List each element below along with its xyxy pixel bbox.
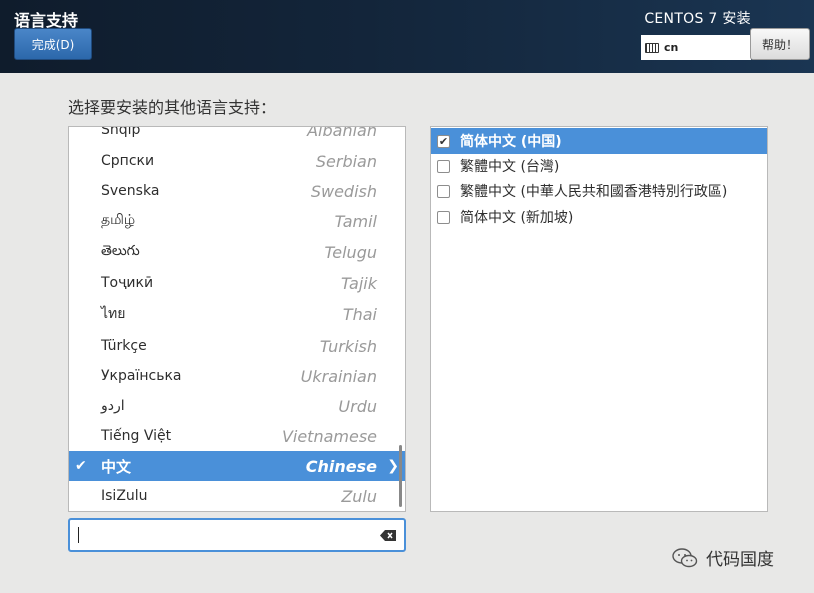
language-row[interactable]: Türkçe Turkish	[69, 331, 405, 361]
scrollbar[interactable]	[399, 445, 402, 507]
text-caret	[78, 527, 79, 543]
language-search-input[interactable]	[68, 518, 406, 552]
language-english-name: Telugu	[324, 242, 377, 262]
locale-list[interactable]: ✔ 简体中文 (中国) 繁體中文 (台灣) 繁體中文 (中華人民共和國香港特別行…	[430, 126, 768, 512]
language-row[interactable]: తెలుగు Telugu	[69, 237, 405, 267]
language-row[interactable]: Shqip Albanian	[69, 126, 405, 145]
chevron-right-icon: ❯	[387, 458, 399, 474]
language-row[interactable]: Тоҷикӣ Tajik	[69, 268, 405, 298]
language-english-name: Serbian	[315, 151, 377, 171]
language-prompt: 选择要安装的其他语言支持：	[68, 98, 277, 117]
language-native-name: தமிழ்	[101, 212, 136, 228]
locale-row[interactable]: 简体中文 (新加坡)	[431, 204, 767, 230]
keyboard-layout-indicator[interactable]: cn	[641, 35, 751, 60]
language-row[interactable]: Српски Serbian	[69, 146, 405, 176]
language-native-name: Shqip	[101, 126, 141, 138]
language-english-name: Tamil	[334, 211, 377, 231]
language-native-name: اردو	[101, 398, 125, 414]
check-icon: ✔	[75, 458, 87, 474]
wechat-icon	[672, 547, 698, 567]
language-english-name: Albanian	[307, 126, 377, 140]
language-english-name: Zulu	[341, 486, 377, 506]
locale-label: 简体中文 (中国)	[460, 134, 562, 150]
language-native-name: Тоҷикӣ	[101, 275, 154, 291]
language-native-name: 中文	[101, 457, 132, 476]
language-row-selected[interactable]: ✔ 中文 Chinese ❯	[69, 451, 405, 481]
language-native-name: Tiếng Việt	[101, 428, 172, 444]
locale-row-selected[interactable]: ✔ 简体中文 (中国)	[431, 128, 767, 154]
language-native-name: Svenska	[101, 183, 160, 199]
language-row[interactable]: தமிழ் Tamil	[69, 206, 405, 236]
language-row[interactable]: IsiZulu Zulu	[69, 481, 405, 511]
locale-row[interactable]: 繁體中文 (台灣)	[431, 153, 767, 179]
language-row[interactable]: اردو Urdu	[69, 391, 405, 421]
language-native-name: Українська	[101, 368, 182, 384]
language-list[interactable]: Shqip Albanian Српски Serbian Svenska Sw…	[68, 126, 406, 512]
language-english-name: Urdu	[338, 396, 377, 416]
language-native-name: Türkçe	[101, 338, 147, 354]
clear-text-icon[interactable]	[380, 530, 396, 541]
language-native-name: IsiZulu	[101, 488, 148, 504]
header-bar: 语言支持 完成(D) CENTOS 7 安装 cn 帮助！	[0, 0, 814, 73]
language-english-name: Thai	[342, 304, 377, 324]
language-row[interactable]: Svenska Swedish	[69, 176, 405, 206]
locale-label: 繁體中文 (中華人民共和國香港特別行政區)	[460, 184, 728, 200]
language-english-name: Ukrainian	[300, 366, 377, 386]
watermark-text: 代码国度	[706, 550, 774, 570]
language-native-name: తెలుగు	[101, 242, 140, 259]
language-english-name: Chinese	[305, 456, 377, 476]
keyboard-icon	[645, 42, 659, 53]
locale-row[interactable]: 繁體中文 (中華人民共和國香港特別行政區)	[431, 178, 767, 204]
locale-label: 繁體中文 (台灣)	[460, 159, 560, 175]
language-english-name: Tajik	[340, 273, 377, 293]
language-row[interactable]: Українська Ukrainian	[69, 361, 405, 391]
keyboard-layout-label: cn	[664, 41, 679, 54]
locale-checkbox[interactable]	[437, 159, 450, 173]
help-button[interactable]: 帮助！	[750, 28, 810, 60]
language-english-name: Swedish	[310, 181, 377, 201]
language-english-name: Vietnamese	[281, 426, 377, 446]
locale-checkbox[interactable]	[437, 210, 450, 224]
locale-label: 简体中文 (新加坡)	[460, 210, 574, 226]
language-english-name: Turkish	[319, 336, 377, 356]
language-native-name: Српски	[101, 153, 155, 169]
done-button[interactable]: 完成(D)	[14, 28, 92, 60]
language-row[interactable]: Tiếng Việt Vietnamese	[69, 421, 405, 451]
product-title: CENTOS 7 安装	[644, 11, 751, 27]
locale-checkbox-checked[interactable]: ✔	[437, 134, 450, 148]
language-native-name: ไทย	[101, 306, 126, 322]
language-row[interactable]: ไทย Thai	[69, 299, 405, 329]
locale-checkbox[interactable]	[437, 184, 450, 198]
watermark: 代码国度	[672, 545, 774, 570]
